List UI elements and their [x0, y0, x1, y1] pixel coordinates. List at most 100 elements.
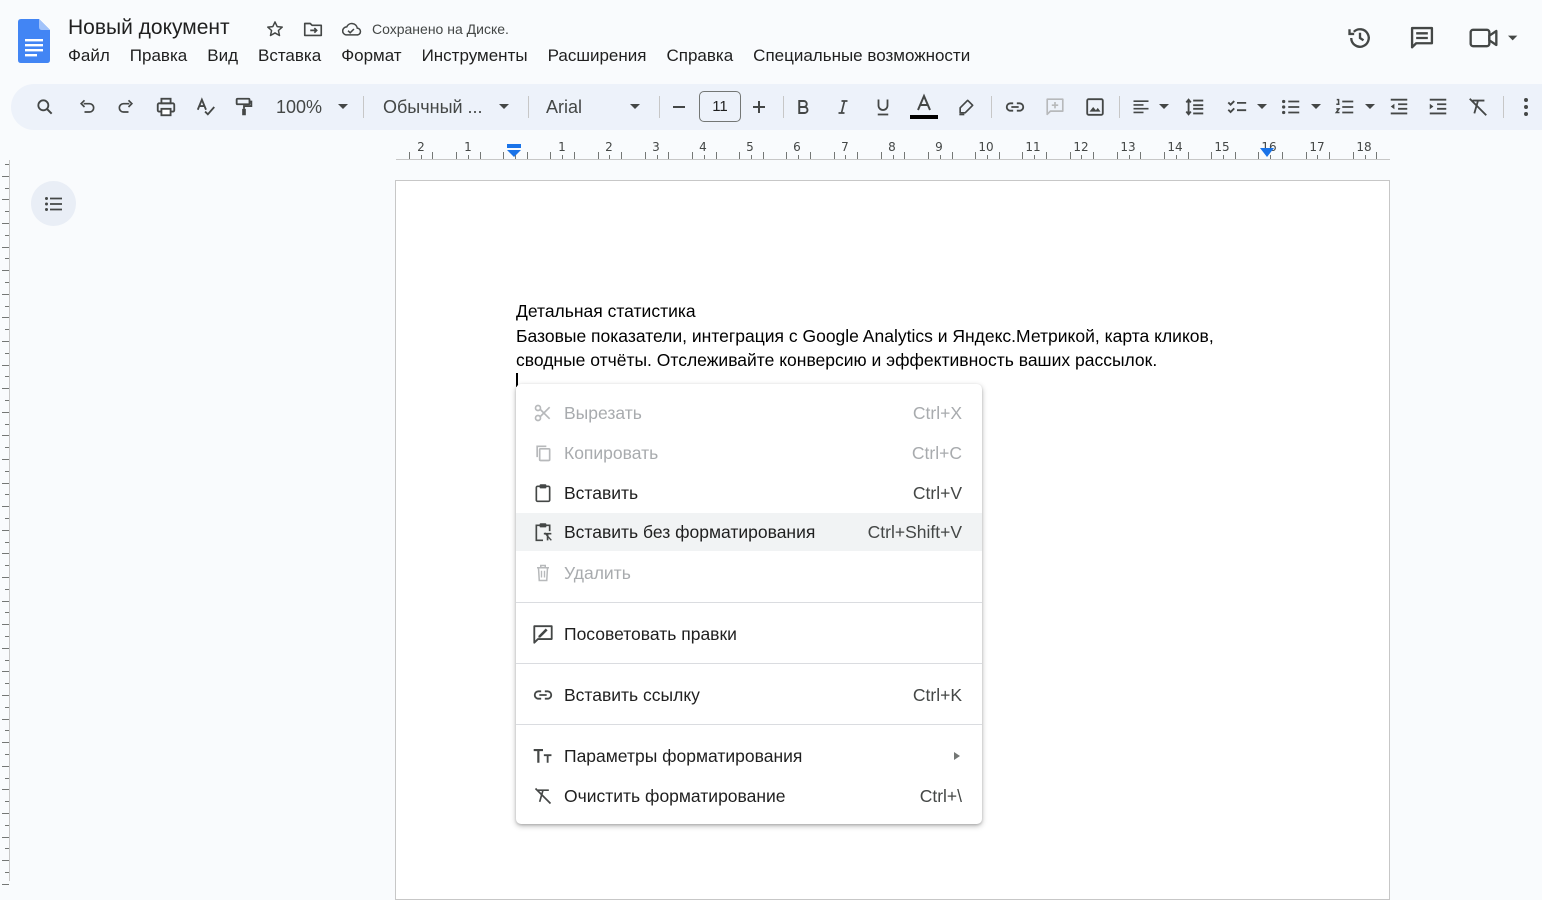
print-icon[interactable]	[154, 84, 178, 130]
highlight-color-icon[interactable]	[954, 84, 978, 130]
star-icon[interactable]	[264, 18, 286, 40]
scissors-icon	[532, 402, 554, 424]
undo-icon[interactable]	[75, 84, 99, 130]
more-options-icon[interactable]	[1516, 84, 1536, 130]
text-color-icon[interactable]	[909, 84, 939, 130]
version-history-icon[interactable]	[1344, 22, 1376, 54]
checklist-icon[interactable]	[1225, 84, 1249, 130]
horizontal-ruler[interactable]: 2 1 1 2 3 4 5 6 7 8 9 10 11 12 13 14 15 …	[396, 138, 1390, 160]
font-select[interactable]: Arial	[546, 84, 606, 130]
ruler-tick	[1164, 152, 1165, 159]
ruler-tick	[5, 211, 9, 213]
docs-logo-icon[interactable]	[18, 19, 50, 63]
menu-item-suggest-edits[interactable]: Посоветовать правки	[516, 615, 982, 653]
clear-formatting-icon[interactable]	[1466, 84, 1490, 130]
ruler-tick	[2, 883, 9, 885]
ruler-tick	[479, 152, 481, 159]
italic-icon[interactable]	[831, 84, 855, 130]
ruler-label: 7	[841, 140, 849, 154]
document-body[interactable]: Детальная статистика Базовые показатели,…	[516, 299, 1276, 373]
outline-list-icon	[44, 196, 62, 211]
meet-video-icon[interactable]	[1468, 22, 1520, 54]
ruler-tick	[715, 152, 717, 159]
search-menus-icon[interactable]	[33, 84, 57, 130]
ruler-tick	[5, 518, 9, 519]
decrease-indent-icon[interactable]	[1387, 84, 1411, 130]
menu-accessibility[interactable]: Специальные возможности	[743, 46, 980, 66]
copy-icon	[532, 442, 554, 464]
numbered-list-dropdown-icon[interactable]	[1363, 84, 1377, 130]
align-dropdown-icon[interactable]	[1157, 84, 1171, 130]
ruler-tick	[2, 695, 9, 696]
ruler-label: 1	[464, 140, 472, 154]
spellcheck-icon[interactable]	[194, 84, 218, 130]
ruler-tick	[2, 553, 9, 555]
decrease-font-size-icon[interactable]	[669, 84, 689, 130]
ruler-tick	[987, 155, 988, 159]
checklist-dropdown-icon[interactable]	[1255, 84, 1269, 130]
menu-item-paste[interactable]: Вставить Ctrl+V	[516, 474, 982, 512]
comments-icon[interactable]	[1406, 22, 1438, 54]
document-title[interactable]: Новый документ	[68, 16, 230, 40]
menu-item-insert-link[interactable]: Вставить ссылку Ctrl+K	[516, 676, 982, 714]
paste-plain-icon	[532, 521, 554, 543]
font-dropdown-icon[interactable]	[627, 84, 643, 130]
redo-icon[interactable]	[114, 84, 138, 130]
bold-icon[interactable]	[791, 84, 815, 130]
ruler-tick	[5, 636, 9, 637]
insert-image-icon[interactable]	[1083, 84, 1107, 130]
zoom-select[interactable]: 100%	[273, 84, 325, 130]
context-menu: Вырезать Ctrl+X Копировать Ctrl+C Встави…	[516, 384, 982, 824]
menu-item-clear-formatting[interactable]: Очистить форматирование Ctrl+\	[516, 777, 982, 815]
document-outline-button[interactable]	[31, 181, 76, 226]
ruler-tick	[1376, 152, 1378, 159]
ruler-tick	[2, 836, 9, 838]
shortcut-label: Ctrl+K	[912, 684, 962, 705]
ruler-label: 5	[746, 140, 754, 154]
style-dropdown-icon[interactable]	[496, 84, 512, 130]
bulleted-list-dropdown-icon[interactable]	[1309, 84, 1323, 130]
zoom-dropdown-icon[interactable]	[335, 84, 351, 130]
font-size-input[interactable]: 11	[699, 91, 741, 122]
menu-file[interactable]: Файл	[68, 46, 120, 66]
ruler-tick	[2, 175, 9, 177]
menu-view[interactable]: Вид	[197, 46, 248, 66]
menu-help[interactable]: Справка	[656, 46, 743, 66]
menu-format[interactable]: Формат	[331, 46, 411, 66]
ruler-tick	[762, 152, 764, 159]
menu-item-cut: Вырезать Ctrl+X	[516, 394, 982, 432]
menu-item-format-options[interactable]: Параметры форматирования	[516, 737, 982, 775]
line-spacing-icon[interactable]	[1183, 84, 1207, 130]
insert-link-icon[interactable]	[1003, 84, 1027, 130]
ruler-tick	[892, 155, 894, 159]
underline-icon[interactable]	[871, 84, 895, 130]
menu-item-paste-without-formatting[interactable]: Вставить без форматирования Ctrl+Shift+V	[516, 513, 982, 551]
cloud-saved-icon[interactable]	[340, 18, 362, 40]
right-indent-marker-icon[interactable]	[1260, 148, 1274, 158]
menu-extensions[interactable]: Расширения	[538, 46, 657, 66]
ruler-tick	[939, 155, 941, 159]
menu-item-label: Копировать	[564, 442, 659, 463]
ruler-tick	[2, 718, 9, 720]
menu-edit[interactable]: Правка	[120, 46, 197, 66]
ruler-tick	[2, 317, 9, 319]
increase-indent-icon[interactable]	[1426, 84, 1450, 130]
ruler-tick	[1352, 152, 1354, 159]
paint-format-icon[interactable]	[232, 84, 256, 130]
ruler-tick	[692, 152, 693, 159]
left-indent-marker-icon[interactable]	[506, 144, 522, 158]
menu-insert[interactable]: Вставка	[248, 46, 331, 66]
menu-tools[interactable]: Инструменты	[412, 46, 538, 66]
paragraph-style-select[interactable]: Обычный ...	[383, 84, 483, 130]
move-folder-icon[interactable]	[302, 18, 324, 40]
bulleted-list-icon[interactable]	[1279, 84, 1303, 130]
ruler-tick	[928, 152, 929, 159]
ruler-label: 17	[1309, 140, 1325, 154]
numbered-list-icon[interactable]	[1333, 84, 1357, 130]
ruler-tick	[1364, 155, 1366, 159]
vertical-ruler[interactable]	[0, 160, 10, 885]
menu-item-label: Вставить	[564, 482, 639, 503]
increase-font-size-icon[interactable]	[749, 84, 769, 130]
ruler-tick	[1081, 155, 1083, 159]
align-icon[interactable]	[1129, 84, 1153, 130]
